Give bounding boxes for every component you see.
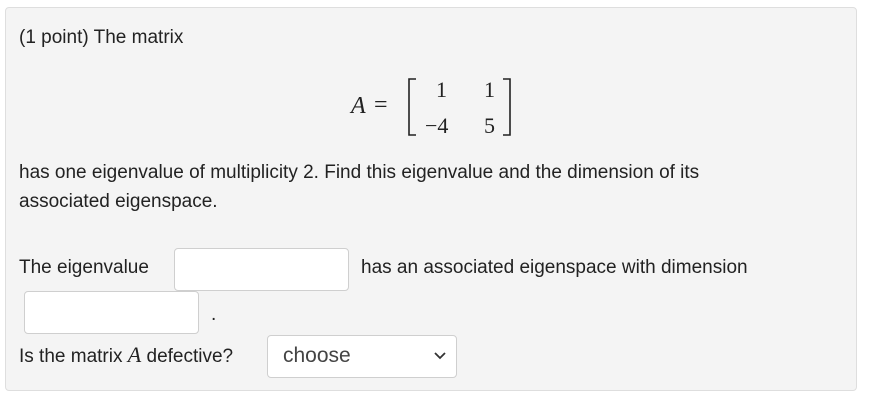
defective-prefix: Is the matrix [19,346,123,367]
matrix-equation: A = 1 1 −4 5 [351,77,531,139]
problem-description-line1: has one eigenvalue of multiplicity 2. Fi… [19,162,700,183]
eigenspace-label: has an associated eigenspace with dimens… [361,257,748,278]
matrix-cell-r1c2: 1 [484,77,495,102]
defective-variable: A [127,342,142,367]
matrix-cell-r2c2: 5 [484,113,495,138]
defective-select[interactable]: choose [267,335,457,378]
eigenvalue-input[interactable] [174,248,349,291]
period: . [211,304,217,325]
defective-question: Is the matrix A defective? [19,344,233,368]
matrix-cell-r1c1: 1 [436,77,447,102]
chevron-down-icon [434,352,446,360]
defective-select-value: choose [283,344,351,367]
eigenvalue-label: The eigenvalue [19,257,149,278]
dimension-input[interactable] [24,291,199,334]
problem-description-line2: associated eigenspace. [19,191,218,212]
problem-intro: (1 point) The matrix [19,27,184,48]
problem-panel: (1 point) The matrix A = 1 1 −4 5 has on… [5,7,857,391]
matrix-cell-r2c1: −4 [425,113,449,138]
defective-suffix: defective? [146,346,234,367]
